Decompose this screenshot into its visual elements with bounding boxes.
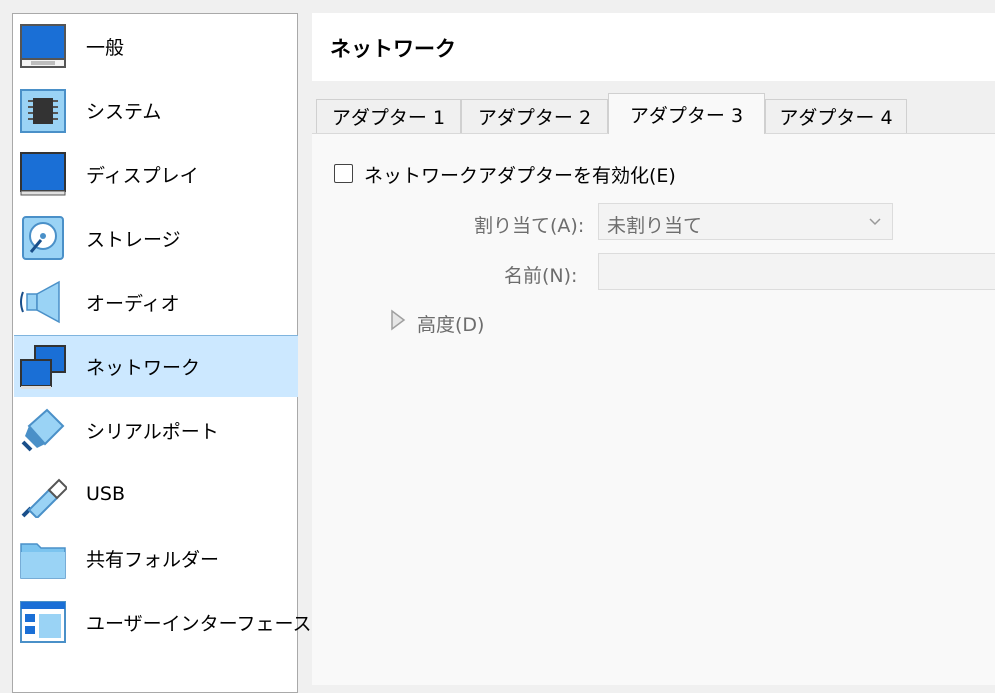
tab-adapter-4[interactable]: アダプター 4	[765, 99, 907, 133]
tab-adapter-3[interactable]: アダプター 3	[608, 93, 765, 134]
sidebar-item-shared-folders[interactable]: 共有フォルダー	[14, 527, 298, 589]
name-label: 名前(N):	[504, 265, 578, 287]
sidebar-item-display[interactable]: ディスプレイ	[14, 143, 298, 205]
sidebar-item-label: ディスプレイ	[86, 164, 199, 187]
sidebar-item-label: ネットワーク	[86, 357, 201, 379]
sidebar-item-label: シリアルポート	[86, 420, 219, 443]
network-icon	[20, 345, 66, 389]
sidebar-item-label: オーディオ	[86, 292, 180, 315]
sidebar-item-label: 共有フォルダー	[86, 548, 220, 571]
usb-icon	[21, 478, 67, 518]
name-input[interactable]	[598, 253, 995, 290]
sidebar-item-label: ユーザーインターフェース	[86, 612, 312, 635]
user-interface-icon	[20, 601, 66, 643]
sidebar-item-label: USB	[86, 483, 126, 505]
enable-adapter-label[interactable]: ネットワークアダプターを有効化(E)	[364, 161, 676, 188]
sidebar-item-system[interactable]: システム	[14, 79, 298, 141]
sidebar-item-audio[interactable]: オーディオ	[14, 271, 298, 333]
page-title: ネットワーク	[330, 37, 456, 61]
sidebar-item-storage[interactable]: ストレージ	[14, 207, 298, 269]
sidebar-item-user-interface[interactable]: ユーザーインターフェース	[14, 591, 312, 653]
shared-folder-icon	[20, 543, 66, 579]
attached-to-value: 未割り当て	[607, 215, 703, 237]
page-header: ネットワーク	[312, 13, 995, 81]
sidebar-item-network[interactable]: ネットワーク	[14, 335, 298, 397]
general-icon	[20, 24, 66, 68]
system-chip-icon	[20, 89, 66, 133]
settings-sidebar: 一般 システム ディスプレイ ストレージ オーディオ ネットワーク シリアルポー…	[12, 13, 312, 693]
attached-to-select[interactable]: 未割り当て	[598, 203, 893, 240]
attached-to-label: 割り当て(A):	[474, 215, 585, 237]
serial-port-icon	[21, 408, 65, 452]
audio-speaker-icon	[20, 280, 60, 324]
sidebar-item-general[interactable]: 一般	[14, 15, 298, 77]
tab-adapter-2[interactable]: アダプター 2	[461, 99, 608, 133]
enable-adapter-checkbox[interactable]	[334, 164, 353, 183]
storage-disk-icon	[22, 216, 64, 260]
expand-arrow-icon[interactable]	[390, 309, 406, 331]
tab-adapter-1[interactable]: アダプター 1	[316, 99, 461, 133]
sidebar-item-serial-port[interactable]: シリアルポート	[14, 399, 298, 461]
sidebar-item-label: システム	[86, 100, 162, 123]
display-monitor-icon	[20, 152, 66, 196]
advanced-toggle-label[interactable]: 高度(D)	[417, 310, 484, 337]
chevron-down-icon	[869, 218, 881, 226]
sidebar-item-label: ストレージ	[86, 228, 181, 251]
sidebar-item-usb[interactable]: USB	[14, 463, 298, 525]
sidebar-item-label: 一般	[86, 36, 125, 59]
